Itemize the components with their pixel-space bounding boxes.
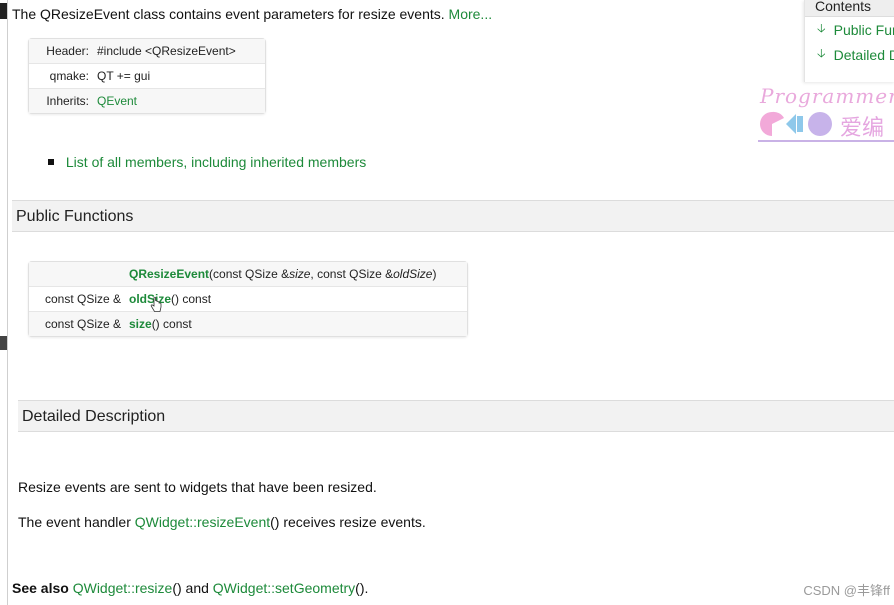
function-row-constructor: QResizeEvent(const QSize &size, const QS… (29, 262, 467, 287)
param-name: size (289, 267, 311, 281)
info-row-header: Header: #include <QResizeEvent> (29, 39, 265, 64)
watermark-logo: Programmer Su 爱编 (758, 82, 894, 142)
resizeevent-link[interactable]: QWidget::resizeEvent (135, 514, 270, 530)
toc-item-public-functions[interactable]: 🡣 Public Functions (805, 17, 894, 42)
constructor-link[interactable]: QResizeEvent (129, 267, 209, 281)
contents-heading: Contents (805, 0, 894, 17)
intro-text: The QResizeEvent class contains event pa… (12, 6, 445, 22)
text: The event handler (18, 514, 135, 530)
size-link[interactable]: size (129, 317, 152, 331)
info-row-qmake: qmake: QT += gui (29, 64, 265, 89)
sig-part: , const QSize & (310, 267, 394, 281)
description-paragraph: Resize events are sent to widgets that h… (18, 479, 377, 495)
more-link[interactable]: More... (449, 6, 493, 22)
credit-watermark: CSDN @丰锋ff (803, 583, 890, 598)
info-key: qmake: (49, 69, 89, 83)
contents-sidebar: Contents 🡣 Public Functions 🡣 Detailed D… (804, 0, 894, 82)
watermark-text: Programmer Su (760, 84, 894, 108)
watermark-underline (758, 140, 894, 142)
watermark-cn-text: 爱编 (840, 115, 885, 140)
text: () and (172, 580, 213, 596)
hand-cursor-icon (150, 297, 162, 312)
function-row-oldsize: const QSize & oldSize() const (29, 287, 467, 312)
return-type: const QSize & (44, 292, 121, 306)
sig-part: (const QSize & (209, 267, 290, 281)
sig-part: () const (171, 292, 212, 306)
resize-link[interactable]: QWidget::resize (73, 580, 173, 596)
section-title: Detailed Description (22, 408, 166, 425)
function-signature: oldSize() const (129, 292, 211, 306)
left-gutter (0, 0, 8, 605)
sig-part: ) (432, 267, 437, 281)
function-row-size: const QSize & size() const (29, 312, 467, 336)
section-public-functions: Public Functions (12, 200, 894, 232)
sig-part: () const (151, 317, 192, 331)
info-row-inherits: Inherits: QEvent (29, 89, 265, 113)
all-members-link[interactable]: List of all members, including inherited… (66, 154, 366, 170)
gutter-marker-2 (0, 336, 7, 350)
description-paragraph-2: The event handler QWidget::resizeEvent()… (18, 514, 426, 530)
watermark-shapes-icon (760, 111, 832, 136)
info-value: #include <QResizeEvent> (97, 44, 236, 58)
function-signature: QResizeEvent(const QSize &size, const QS… (129, 267, 436, 281)
arrow-down-icon: 🡣 (817, 21, 826, 35)
text: (). (355, 580, 369, 596)
bullet-icon (48, 159, 54, 166)
class-info-table: Header: #include <QResizeEvent> qmake: Q… (28, 38, 266, 114)
info-key: Inherits: (46, 94, 89, 108)
toc-link[interactable]: Public Functions (834, 22, 894, 38)
function-signature: size() const (129, 317, 192, 331)
arrow-down-icon: 🡣 (817, 46, 826, 60)
section-title: Public Functions (16, 208, 134, 225)
public-functions-table: QResizeEvent(const QSize &size, const QS… (28, 261, 468, 337)
info-key: Header: (46, 44, 89, 58)
toc-item-detailed[interactable]: 🡣 Detailed Description (805, 42, 894, 67)
class-intro: The QResizeEvent class contains event pa… (12, 6, 492, 22)
see-also-label: See also (12, 580, 69, 596)
param-name: oldSize (393, 267, 433, 281)
text: () receives resize events. (270, 514, 426, 530)
section-detailed-description: Detailed Description (18, 400, 894, 432)
members-list: List of all members, including inherited… (48, 154, 366, 170)
info-value: QT += gui (97, 69, 151, 83)
toc-link[interactable]: Detailed Description (834, 47, 894, 63)
return-type: const QSize & (44, 317, 121, 331)
setgeometry-link[interactable]: QWidget::setGeometry (213, 580, 355, 596)
see-also: See also QWidget::resize() and QWidget::… (12, 580, 368, 596)
inherits-link[interactable]: QEvent (97, 94, 137, 108)
gutter-marker (0, 3, 7, 19)
